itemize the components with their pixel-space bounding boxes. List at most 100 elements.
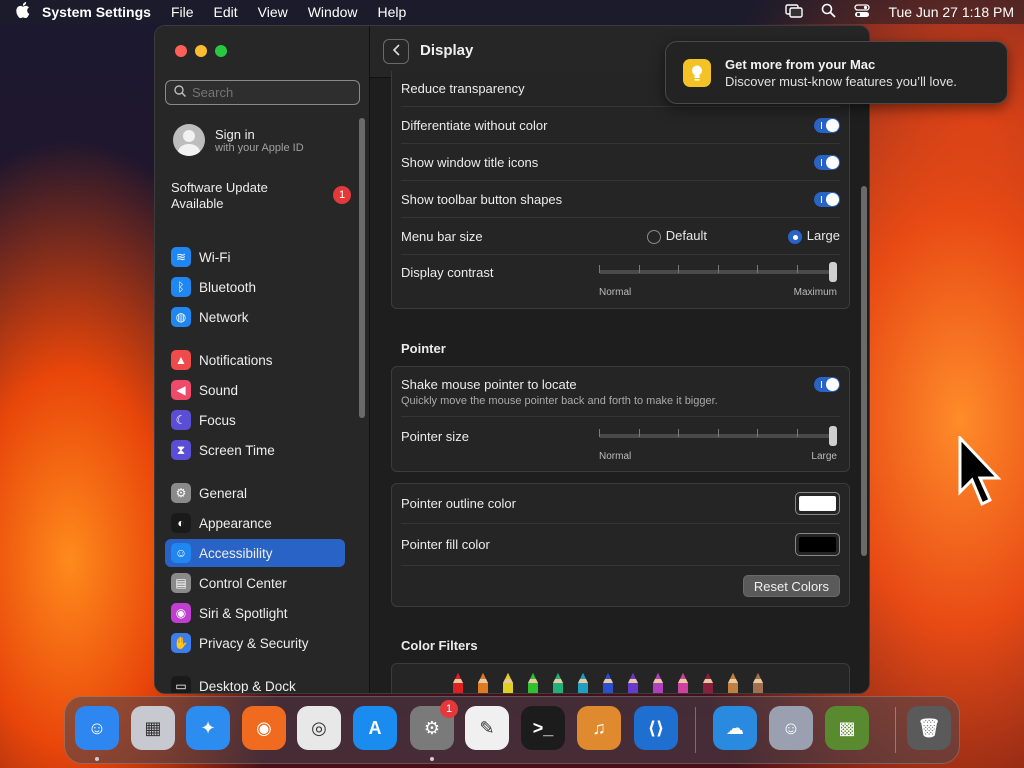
- sidebar-item-accessibility[interactable]: ☺ Accessibility: [165, 539, 345, 567]
- sidebar-item-general[interactable]: ⚙ General: [165, 479, 345, 507]
- minimize-button[interactable]: [195, 45, 207, 57]
- screen-time-icon: ⧗: [171, 440, 191, 460]
- display-pane: Display Reduce transparency Differentiat…: [370, 26, 869, 693]
- wi-fi-icon: ≋: [171, 247, 191, 267]
- window-title-icons-label: Show window title icons: [401, 154, 539, 170]
- software-update-item[interactable]: Software Update Available 1: [171, 180, 351, 212]
- display-options-card: Reduce transparency Differentiate withou…: [391, 71, 850, 309]
- toolbar-shapes-toggle[interactable]: [814, 191, 840, 207]
- trash-icon[interactable]: 🗑: [907, 706, 951, 750]
- notification-banner[interactable]: Get more from your Mac Discover must-kno…: [665, 41, 1008, 104]
- minecraft-icon[interactable]: ▩: [825, 706, 869, 750]
- sidebar-item-wi-fi[interactable]: ≋ Wi-Fi: [165, 243, 345, 271]
- focus-icon: ☾: [171, 410, 191, 430]
- menu-file[interactable]: File: [171, 4, 194, 20]
- sidebar-item-notifications[interactable]: ▲ Notifications: [165, 346, 345, 374]
- chrome-icon[interactable]: ◎: [297, 706, 341, 750]
- shake-toggle[interactable]: [814, 377, 840, 392]
- slider-tick: [639, 265, 640, 273]
- menu-size-default-radio[interactable]: Default: [646, 228, 707, 244]
- slider-tick: [757, 265, 758, 273]
- pointer-color-card: Pointer outline color Pointer fill color…: [391, 483, 850, 607]
- pointer-section-title: Pointer: [401, 341, 446, 356]
- sidebar-item-control-center[interactable]: ▤ Control Center: [165, 569, 345, 597]
- window-title-icons-toggle[interactable]: [814, 154, 840, 170]
- slider-tick: [599, 429, 600, 437]
- sidebar-item-appearance[interactable]: ◐ Appearance: [165, 509, 345, 537]
- menu-clock[interactable]: Tue Jun 27 1:18 PM: [888, 4, 1014, 20]
- sidebar-item-siri-spotlight[interactable]: ◉ Siri & Spotlight: [165, 599, 345, 627]
- spotlight-search-icon[interactable]: [821, 3, 837, 21]
- reduce-transparency-label: Reduce transparency: [401, 81, 525, 96]
- screen-mirroring-icon[interactable]: [785, 3, 804, 21]
- vscode-icon[interactable]: ⟨⟩: [634, 706, 678, 750]
- differentiate-label: Differentiate without color: [401, 117, 548, 133]
- apple-id-signin[interactable]: Sign in with your Apple ID: [173, 124, 304, 156]
- apple-menu-icon[interactable]: [16, 2, 30, 22]
- app-store-icon[interactable]: A: [353, 706, 397, 750]
- firefox-icon[interactable]: ◉: [242, 706, 286, 750]
- menu-size-large-radio[interactable]: Large: [787, 228, 840, 244]
- sidebar: Sign in with your Apple ID Software Upda…: [155, 26, 370, 693]
- color-pencil-icon: [627, 673, 638, 693]
- sidebar-item-focus[interactable]: ☾ Focus: [165, 406, 345, 434]
- pointer-fill-color-well[interactable]: [795, 533, 840, 556]
- pointer-size-slider[interactable]: Normal Large: [599, 425, 837, 462]
- launchpad-icon[interactable]: ▦: [131, 706, 175, 750]
- pointer-outline-row: Pointer outline color: [401, 484, 840, 524]
- pointer-fill-label: Pointer fill color: [401, 537, 490, 552]
- color-pencil-icon: [577, 673, 588, 693]
- pointer-outline-color-well[interactable]: [795, 492, 840, 515]
- pointer-size-label: Pointer size: [401, 429, 469, 444]
- chevron-left-icon: [392, 44, 400, 59]
- differentiate-row: Differentiate without color: [401, 107, 840, 144]
- finder-icon[interactable]: ☺: [75, 706, 119, 750]
- back-button[interactable]: [383, 39, 409, 64]
- sidebar-item-label: Siri & Spotlight: [199, 605, 288, 621]
- close-button[interactable]: [175, 45, 187, 57]
- textedit-icon[interactable]: ✎: [465, 706, 509, 750]
- search-input[interactable]: [192, 85, 342, 100]
- sidebar-item-screen-time[interactable]: ⧗ Screen Time: [165, 436, 345, 464]
- dock-running-indicator: [430, 757, 434, 761]
- display-contrast-slider[interactable]: Normal Maximum: [599, 261, 837, 298]
- finder-alt-icon[interactable]: ☺: [769, 706, 813, 750]
- terminal-icon[interactable]: >_: [521, 706, 565, 750]
- sidebar-item-desktop-dock[interactable]: ▭ Desktop & Dock: [165, 672, 345, 693]
- sidebar-item-label: Network: [199, 309, 249, 325]
- sidebar-item-label: Screen Time: [199, 442, 275, 458]
- slider-tick: [678, 429, 679, 437]
- menu-view[interactable]: View: [258, 4, 288, 20]
- menu-window[interactable]: Window: [308, 4, 358, 20]
- content-scrollbar[interactable]: [861, 186, 867, 556]
- menu-help[interactable]: Help: [378, 4, 407, 20]
- reset-colors-row: Reset Colors: [401, 566, 840, 606]
- menu-size-default-label: Default: [665, 228, 707, 244]
- weather-icon[interactable]: ☁: [713, 706, 757, 750]
- zoom-button[interactable]: [215, 45, 227, 57]
- garageband-icon[interactable]: ♫: [577, 706, 621, 750]
- sidebar-item-sound[interactable]: ◀ Sound: [165, 376, 345, 404]
- signin-subtitle: with your Apple ID: [215, 141, 304, 154]
- system-settings-icon[interactable]: ⚙ 1: [410, 700, 458, 750]
- sidebar-item-privacy-security[interactable]: ✋ Privacy & Security: [165, 629, 345, 657]
- slider-thumb[interactable]: [829, 426, 837, 446]
- sidebar-item-bluetooth[interactable]: ᛒ Bluetooth: [165, 273, 345, 301]
- slider-tick: [718, 265, 719, 273]
- pointer-size-min-label: Normal: [599, 451, 632, 462]
- notifications-icon: ▲: [171, 350, 191, 370]
- safari-icon[interactable]: ✦: [186, 706, 230, 750]
- menu-edit[interactable]: Edit: [214, 4, 238, 20]
- page-title: Display: [420, 42, 474, 59]
- sidebar-scrollbar[interactable]: [359, 118, 365, 418]
- shake-row: Shake mouse pointer to locate Quickly mo…: [401, 367, 840, 417]
- radio-unchecked-icon: [646, 229, 661, 244]
- sidebar-search[interactable]: [165, 80, 360, 105]
- control-center-icon[interactable]: [854, 3, 871, 21]
- reset-colors-button[interactable]: Reset Colors: [742, 575, 840, 597]
- slider-thumb[interactable]: [829, 262, 837, 282]
- network-icon: ◍: [171, 307, 191, 327]
- menu-app-name[interactable]: System Settings: [42, 4, 151, 20]
- differentiate-toggle[interactable]: [814, 117, 840, 133]
- sidebar-item-network[interactable]: ◍ Network: [165, 303, 345, 331]
